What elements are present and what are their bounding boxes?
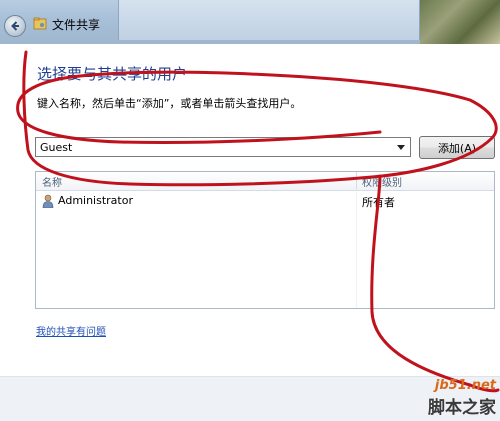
watermark-domain: jb51.net bbox=[434, 378, 496, 393]
dialog-footer bbox=[0, 376, 500, 421]
chevron-down-icon bbox=[397, 144, 405, 150]
column-header-permission[interactable]: 权限级别 bbox=[362, 174, 402, 189]
dropdown-arrow-button[interactable] bbox=[392, 138, 410, 156]
user-icon bbox=[42, 194, 54, 208]
title-bar: 文件共享 bbox=[0, 0, 500, 44]
instruction-text: 键入名称，然后单击“添加”，或者单击箭头查找用户。 bbox=[37, 97, 302, 110]
column-header-name[interactable]: 名称 bbox=[42, 174, 62, 189]
site-watermark: jb51.net 脚本之家 bbox=[428, 378, 496, 418]
back-arrow-icon bbox=[11, 21, 19, 31]
shared-folder-icon bbox=[33, 17, 47, 30]
sharing-help-link[interactable]: 我的共享有问题 bbox=[36, 323, 106, 338]
window-title: 文件共享 bbox=[52, 18, 101, 32]
table-header: 名称 权限级别 bbox=[36, 172, 494, 191]
column-divider[interactable] bbox=[356, 172, 357, 190]
table-row[interactable]: Administrator 所有者 bbox=[36, 192, 494, 210]
user-name-cell: Administrator bbox=[58, 194, 133, 207]
dialog-heading: 选择要与其共享的用户 bbox=[37, 65, 188, 83]
watermark-site-name: 脚本之家 bbox=[428, 398, 496, 418]
user-name-combobox[interactable] bbox=[35, 137, 411, 157]
user-name-input[interactable] bbox=[36, 138, 394, 156]
user-permission-table: 名称 权限级别 Administrator 所有者 bbox=[35, 171, 495, 309]
permission-level-cell[interactable]: 所有者 bbox=[362, 194, 395, 210]
dialog-content: 选择要与其共享的用户 键入名称，然后单击“添加”，或者单击箭头查找用户。 添加(… bbox=[0, 44, 500, 376]
background-window bbox=[118, 0, 420, 40]
back-button[interactable] bbox=[4, 15, 26, 37]
desktop-background bbox=[420, 0, 500, 44]
add-button[interactable]: 添加(A) bbox=[419, 136, 495, 159]
